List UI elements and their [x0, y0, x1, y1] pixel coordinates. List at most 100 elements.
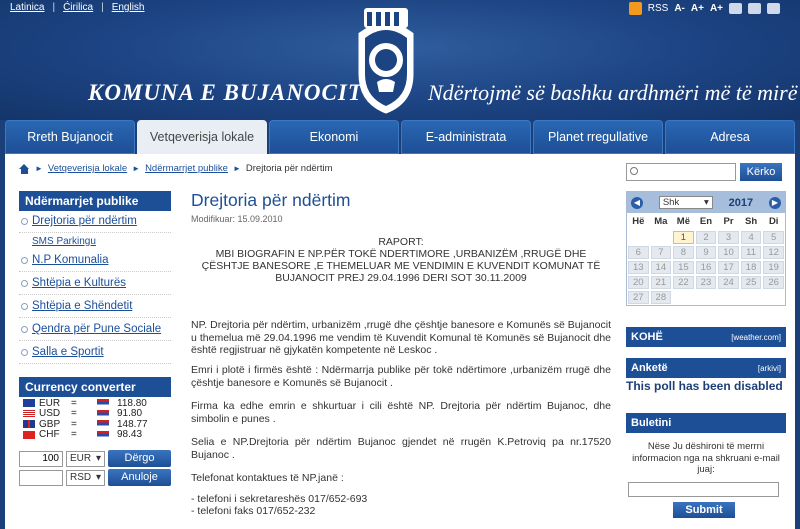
calendar-day[interactable]: 9 [695, 245, 718, 260]
newsletter-submit-button[interactable]: Submit [673, 502, 735, 518]
calendar-day[interactable]: 28 [650, 290, 673, 305]
calendar-grid: Hë Ma Më En Pr Sh Di 1 2 3 4 5 6 7 8 9 10 11 12 13 14 15 16 17… [627, 213, 785, 305]
tab-vetqeverisja-lokale[interactable]: Vetqeverisja lokale [137, 120, 267, 154]
calendar-day[interactable]: 13 [627, 260, 650, 275]
calendar-day[interactable]: 10 [717, 245, 740, 260]
to-currency-select[interactable]: RSD ▾ [66, 469, 105, 486]
calendar-day[interactable]: 6 [627, 245, 650, 260]
search-button[interactable]: Kërko [740, 163, 782, 181]
rss-label[interactable]: RSS [648, 3, 669, 14]
left-menu-item[interactable]: Salla e Sportit [19, 341, 171, 364]
calendar-weekday: Pr [723, 216, 734, 227]
left-menu-link[interactable]: Salla e Sportit [32, 346, 104, 358]
chevron-down-icon: ▾ [95, 453, 101, 464]
rss-icon[interactable] [628, 2, 642, 15]
month-value: Shk [662, 197, 680, 208]
calendar-day[interactable]: 15 [672, 260, 695, 275]
left-menu-link[interactable]: Qendra për Pune Sociale [32, 323, 161, 335]
calendar-day[interactable]: 20 [627, 275, 650, 290]
equals-sign: = [71, 418, 77, 430]
amount-input[interactable] [19, 450, 63, 467]
left-menu-heading: Ndërmarrjet publike [19, 191, 171, 211]
email-icon[interactable] [729, 3, 742, 14]
font-increase-more-button[interactable]: A+ [710, 3, 723, 14]
tab-rreth-bujanocit[interactable]: Rreth Bujanocit [5, 120, 135, 154]
calendar-day[interactable]: 14 [650, 260, 673, 275]
bullet-icon [21, 279, 28, 287]
left-menu-link[interactable]: Shtëpia e Shëndetit [32, 300, 132, 312]
home-icon[interactable] [19, 163, 30, 174]
calendar-day[interactable]: 19 [762, 260, 785, 275]
calendar-day[interactable]: 16 [695, 260, 718, 275]
calendar-day[interactable]: 1 [672, 230, 695, 245]
left-menu-item[interactable]: N.P Komunalia [19, 249, 171, 272]
left-menu-subitem[interactable]: SMS Parkingu [19, 233, 171, 249]
left-menu-item[interactable]: Shtëpia e Kulturës [19, 272, 171, 295]
left-menu-link[interactable]: SMS Parkingu [32, 236, 96, 247]
left-menu-link[interactable]: Shtëpia e Kulturës [32, 277, 126, 289]
font-decrease-button[interactable]: A- [674, 3, 685, 14]
prev-month-icon[interactable]: ◀ [631, 196, 643, 209]
left-menu-link[interactable]: N.P Komunalia [32, 254, 109, 266]
calendar-day [762, 290, 785, 305]
poll-heading: Anketë [arkivi] [626, 358, 786, 378]
breadcrumb-link-ndermarrjet[interactable]: Ndërmarrjet publike [145, 163, 228, 174]
lang-cirilica-link[interactable]: Ćirilica [63, 2, 93, 13]
calendar-day[interactable]: 12 [762, 245, 785, 260]
calendar-day[interactable]: 27 [627, 290, 650, 305]
left-menu-item[interactable]: Drejtoria për ndërtim [19, 210, 171, 233]
currency-row: USD = 91.80 [19, 408, 171, 420]
left-menu-item[interactable]: Qendra për Pune Sociale [19, 318, 171, 341]
calendar-day[interactable]: 24 [717, 275, 740, 290]
breadcrumb-arrow-icon: ► [35, 164, 43, 173]
currency-value: 91.80 [117, 408, 143, 420]
calendar-day[interactable]: 18 [740, 260, 763, 275]
sitemap-icon[interactable] [767, 3, 780, 14]
weather-link[interactable]: [weather.com] [731, 333, 781, 342]
tab-e-administrata[interactable]: E-administrata [401, 120, 531, 154]
calendar-day[interactable]: 3 [717, 230, 740, 245]
lang-latinica-link[interactable]: Latinica [10, 2, 44, 13]
rs-flag-icon [97, 420, 109, 429]
calendar-day[interactable]: 22 [672, 275, 695, 290]
site-slogan: Ndërtojmë së bashku ardhmëri më të mirë [428, 80, 798, 105]
font-increase-button[interactable]: A+ [691, 3, 704, 14]
calendar-day-label: 26 [763, 276, 784, 289]
bullet-icon [21, 217, 28, 225]
calendar-day-label: 9 [695, 246, 717, 259]
calendar-day[interactable]: 25 [740, 275, 763, 290]
equals-sign: = [71, 397, 77, 409]
calendar-day[interactable]: 7 [650, 245, 673, 260]
currency-code: USD [39, 408, 61, 420]
newsletter-email-input[interactable] [628, 482, 779, 497]
lang-english-link[interactable]: English [112, 2, 145, 13]
tab-ekonomi[interactable]: Ekonomi [269, 120, 399, 154]
calendar-year: 2017 [728, 196, 754, 209]
calendar-day[interactable]: 8 [672, 245, 695, 260]
calendar-day[interactable]: 2 [695, 230, 718, 245]
calendar-day[interactable]: 21 [650, 275, 673, 290]
converter-row-to: RSD ▾ Anuloje [19, 469, 171, 486]
print-icon[interactable] [748, 3, 761, 14]
left-menu-link[interactable]: Drejtoria për ndërtim [32, 215, 137, 227]
left-menu-item[interactable]: Shtëpia e Shëndetit [19, 295, 171, 318]
calendar-day[interactable]: 26 [762, 275, 785, 290]
month-select[interactable]: Shk ▾ [658, 196, 713, 209]
result-input[interactable] [19, 469, 63, 486]
convert-button[interactable]: Dërgo [108, 450, 171, 467]
rs-flag-icon [97, 430, 109, 439]
calendar-day[interactable]: 11 [740, 245, 763, 260]
tab-planet-rregullative[interactable]: Planet rregullative [533, 120, 663, 154]
next-month-icon[interactable]: ▶ [768, 196, 781, 209]
breadcrumb-link-vetqeverisja[interactable]: Vetqeverisja lokale [48, 163, 127, 174]
calendar-day[interactable]: 4 [740, 230, 763, 245]
cancel-button[interactable]: Anuloje [108, 469, 171, 486]
from-currency-select[interactable]: EUR ▾ [66, 450, 105, 467]
calendar-day[interactable]: 17 [717, 260, 740, 275]
calendar-day[interactable]: 5 [762, 230, 785, 245]
calendar-day[interactable]: 23 [695, 275, 718, 290]
calendar-day-label: 1 [673, 231, 694, 244]
tab-adresa[interactable]: Adresa [665, 120, 795, 154]
poll-archive-link[interactable]: [arkivi] [758, 364, 781, 373]
search-input[interactable] [626, 163, 736, 181]
